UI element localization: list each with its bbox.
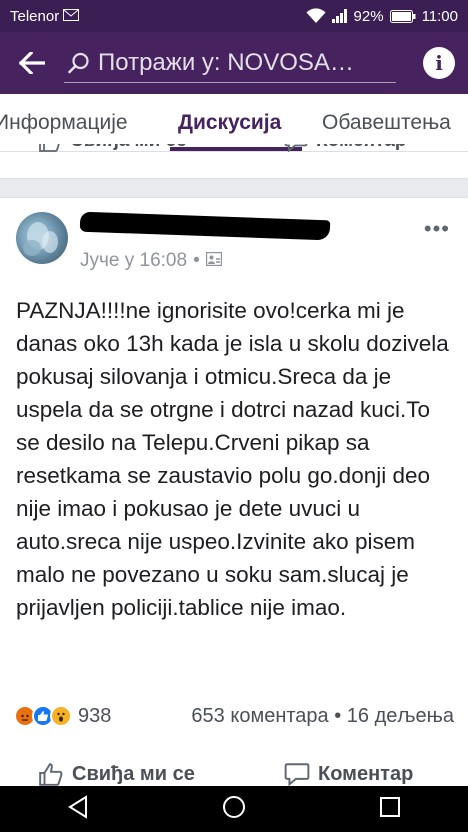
search-input[interactable]: Потражи у: NOVOSA… [64, 43, 396, 83]
comment-icon [284, 144, 308, 152]
comment-button[interactable]: Коментар [284, 762, 413, 786]
group-icon [205, 250, 222, 272]
nav-recents-button[interactable] [379, 796, 401, 823]
post-card: Јуче у 16:08 • ••• PAZNJA!!!!ne ignorisi… [0, 198, 468, 786]
avatar[interactable] [16, 212, 68, 264]
reaction-icons [14, 705, 72, 727]
nav-home-button[interactable] [222, 795, 246, 824]
previous-like-label: Свиђа ми се [70, 144, 187, 152]
home-circle-icon [222, 795, 245, 818]
back-triangle-icon [67, 794, 87, 819]
previous-post-actions: Свиђа ми се Коментар [0, 144, 468, 164]
like-label: Свиђа ми се [72, 762, 195, 785]
arrow-left-icon [19, 52, 45, 74]
battery-icon [389, 9, 416, 23]
comments-shares-count[interactable]: 653 коментара • 16 дељења [191, 705, 454, 728]
redaction-mark [79, 211, 331, 241]
post-body: PAZNJA!!!!ne ignorisite ovo!cerka mi je … [16, 298, 449, 620]
like-button[interactable]: Свиђа ми се [38, 762, 195, 786]
recents-square-icon [380, 796, 401, 817]
signal-icon [331, 9, 348, 23]
reactions-summary[interactable]: 938 653 коментара • 16 дељења [0, 698, 468, 734]
navigation-bar [0, 786, 468, 832]
clock: 11:00 [421, 7, 458, 25]
carrier-label: Telenor [10, 7, 60, 25]
info-icon: i [423, 47, 455, 79]
mail-icon [63, 8, 80, 25]
feed-separator [0, 178, 468, 198]
comment-label: Коментар [318, 762, 414, 785]
author-name[interactable] [79, 211, 340, 241]
info-button[interactable]: i [410, 32, 468, 94]
previous-comment-button[interactable]: Коментар [284, 144, 407, 152]
previous-comment-label: Коментар [316, 144, 407, 152]
back-button[interactable] [0, 32, 64, 94]
post-timestamp[interactable]: Јуче у 16:08 [80, 250, 187, 272]
more-options-button[interactable]: ••• [424, 216, 450, 242]
previous-like-button[interactable]: Свиђа ми се [38, 144, 187, 152]
status-bar: Telenor 92% 11:00 [0, 0, 468, 32]
meta-dot: • [193, 250, 200, 271]
app-bar: Потражи у: NOVOSA… i [0, 32, 468, 94]
post-meta: Јуче у 16:08 • [80, 250, 222, 272]
search-field-text: Потражи у: NOVOSA… [98, 48, 354, 76]
comment-icon [284, 763, 310, 786]
wifi-icon [306, 8, 326, 24]
reaction-count: 938 [78, 704, 112, 727]
search-icon [68, 52, 90, 74]
thumbs-up-icon [39, 144, 60, 152]
wow-reaction-icon [50, 705, 72, 727]
battery-level: 92% [353, 7, 384, 25]
nav-back-button[interactable] [67, 794, 89, 824]
thumbs-up-icon [39, 763, 63, 786]
